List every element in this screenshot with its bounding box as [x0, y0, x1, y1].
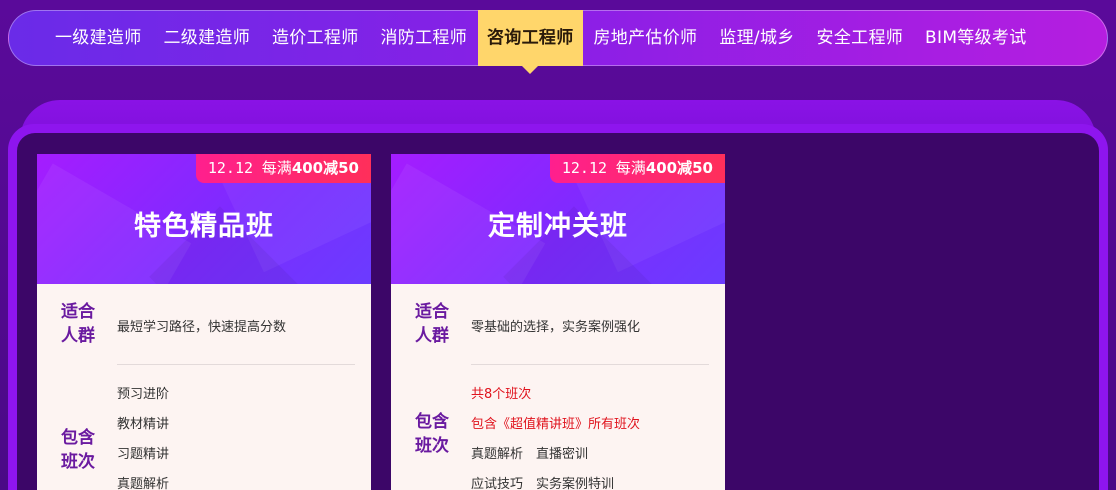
list-item: 包含《超值精讲班》所有班次: [471, 417, 641, 432]
included-classes-list: 共8个班次 包含《超值精讲班》所有班次 真题解析 直播密训 应试技巧 实务案例特…: [471, 380, 640, 490]
nav-item-cost-engineer[interactable]: 造价工程师: [261, 10, 370, 66]
nav-item-second-class-constructor[interactable]: 二级建造师: [153, 10, 262, 66]
list-item: 共8个班次: [471, 387, 532, 402]
card-title: 定制冲关班: [488, 211, 628, 242]
list-item: 预习进阶: [117, 387, 170, 402]
list-item: 教材精讲: [117, 417, 170, 432]
nav-item-fire-engineer[interactable]: 消防工程师: [370, 10, 479, 66]
nav-item-supervision-urban[interactable]: 监理/城乡: [708, 10, 805, 66]
suitable-audience-text: 零基础的选择，实务案例强化: [471, 320, 641, 335]
promo-prefix: 每满: [261, 159, 292, 177]
promo-date: 12.12: [561, 159, 608, 177]
promo-amount: 400减50: [291, 159, 359, 177]
list-item: 应试技巧 实务案例特训: [471, 477, 615, 490]
nav-item-safety-engineer[interactable]: 安全工程师: [806, 10, 915, 66]
card-header: 12.12 每满400减50 定制冲关班: [391, 154, 725, 284]
included-classes-list: 预习进阶 教材精讲 习题精讲 真题解析: [117, 380, 169, 490]
promo-date: 12.12: [207, 159, 254, 177]
suitable-audience-label: 适合 人群: [61, 302, 95, 346]
card-title: 特色精品班: [134, 211, 274, 242]
included-classes-label: 包含 班次: [61, 428, 95, 472]
promo-badge: 12.12 每满400减50: [195, 154, 371, 183]
list-item: 真题解析 直播密训: [471, 447, 589, 462]
course-panel-inner: 12.12 每满400减50 特色精品班 适合 人群 最短学习路径，快速提高分数…: [17, 133, 1099, 490]
course-card-custom[interactable]: 12.12 每满400减50 定制冲关班 适合 人群 零基础的选择，实务案例强化…: [391, 154, 725, 490]
nav-item-real-estate-appraiser[interactable]: 房地产估价师: [583, 10, 709, 66]
suitable-audience-label: 适合 人群: [415, 302, 449, 346]
course-panel: 12.12 每满400减50 特色精品班 适合 人群 最短学习路径，快速提高分数…: [8, 124, 1108, 490]
exam-category-nav: 一级建造师 二级建造师 造价工程师 消防工程师 咨询工程师 房地产估价师 监理/…: [8, 10, 1108, 74]
nav-item-consulting-engineer[interactable]: 咨询工程师: [478, 10, 583, 74]
nav-item-bim-exam[interactable]: BIM等级考试: [914, 10, 1037, 66]
nav-item-first-class-constructor[interactable]: 一级建造师: [44, 10, 153, 66]
card-header: 12.12 每满400减50 特色精品班: [37, 154, 371, 284]
promo-amount: 400减50: [645, 159, 713, 177]
list-item: 习题精讲: [117, 447, 170, 462]
promo-badge: 12.12 每满400减50: [549, 154, 725, 183]
divider: [117, 364, 355, 365]
suitable-audience-text: 最短学习路径，快速提高分数: [117, 320, 287, 335]
promo-prefix: 每满: [615, 159, 646, 177]
course-card-featured[interactable]: 12.12 每满400减50 特色精品班 适合 人群 最短学习路径，快速提高分数…: [37, 154, 371, 490]
divider: [471, 364, 709, 365]
included-classes-label: 包含 班次: [415, 412, 449, 456]
list-item: 真题解析: [117, 477, 170, 490]
